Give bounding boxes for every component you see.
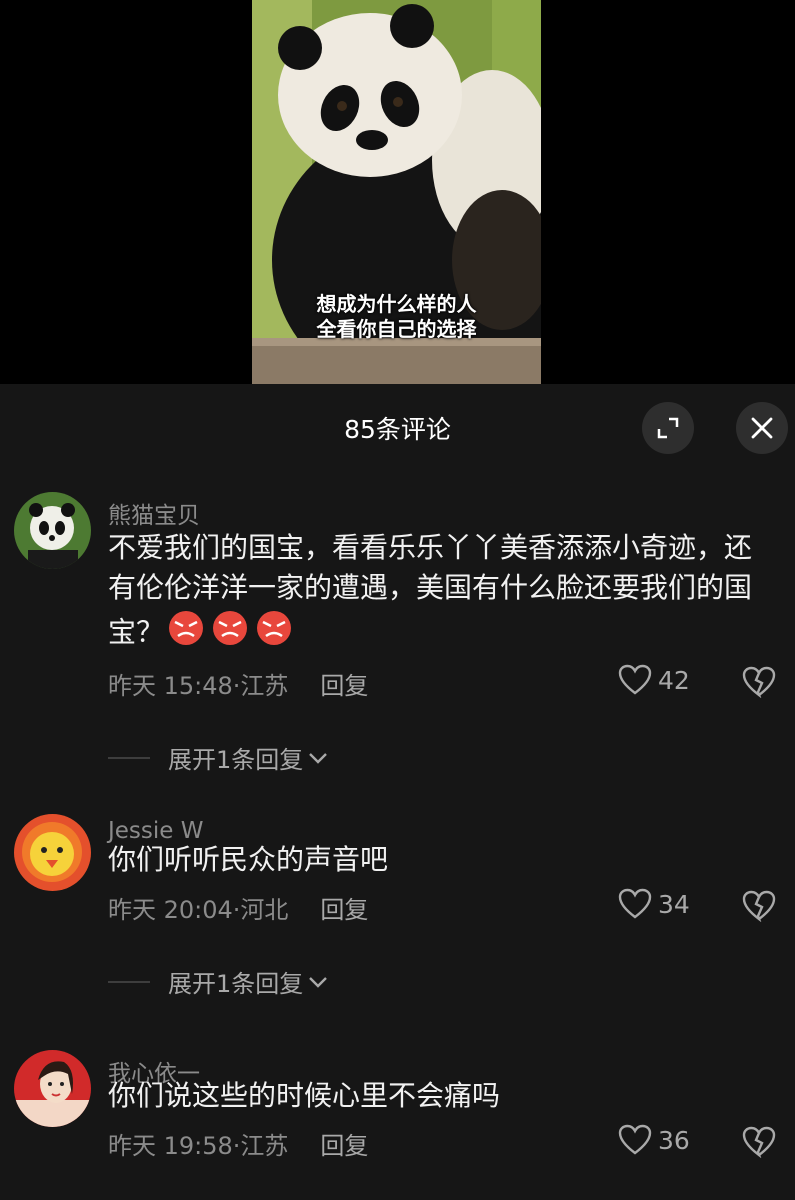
comment-time-location: 昨天 15:48·江苏: [108, 672, 289, 700]
reply-button[interactable]: 回复: [320, 1132, 368, 1160]
broken-heart-icon: [742, 1126, 776, 1159]
heart-icon: [618, 664, 652, 695]
comment-time-location: 昨天 20:04·河北: [108, 896, 289, 924]
dislike-button[interactable]: [741, 1126, 777, 1162]
close-button[interactable]: [736, 402, 788, 454]
avatar[interactable]: [14, 1050, 91, 1127]
expand-replies-label: 展开1条回复: [168, 970, 304, 998]
comment-username[interactable]: 熊猫宝贝: [108, 496, 200, 530]
comment-item: 熊猫宝贝 不爱我们的国宝，看看乐乐丫丫美香添添小奇迹，还有伦伦洋洋一家的遭遇，美…: [0, 492, 795, 782]
video-frame[interactable]: 想成为什么样的人 全看你自己的选择: [252, 0, 541, 384]
comments-header: 85条评论: [0, 384, 795, 472]
comment-meta: 昨天 19:58·江苏 回复: [108, 1126, 368, 1161]
lion-avatar-icon: [14, 814, 91, 891]
comment-item: 我心依一 你们说这些的时候心里不会痛吗 昨天 19:58·江苏 回复 36: [0, 1050, 795, 1200]
caption-line-1: 想成为什么样的人: [316, 292, 477, 316]
avatar[interactable]: [14, 492, 91, 569]
girl-avatar-icon: [14, 1050, 91, 1127]
heart-icon: [618, 888, 652, 919]
angry-face-icon: [166, 608, 298, 659]
close-icon: [751, 417, 773, 439]
like-count: 36: [658, 1125, 690, 1155]
dislike-button[interactable]: [741, 666, 777, 702]
comment-text: 你们听听民众的声音吧: [108, 840, 768, 880]
broken-heart-icon: [742, 890, 776, 923]
like-button[interactable]: 42: [618, 664, 690, 696]
comment-text-body: 你们说这些的时候心里不会痛吗: [108, 1079, 501, 1112]
video-player[interactable]: 想成为什么样的人 全看你自己的选择: [0, 0, 795, 384]
caption-line-2: 全看你自己的选择: [316, 317, 477, 341]
like-count: 34: [658, 889, 690, 919]
comment-text: 你们说这些的时候心里不会痛吗: [108, 1076, 768, 1116]
like-count: 42: [658, 665, 690, 695]
expand-button[interactable]: [642, 402, 694, 454]
divider-line: [108, 756, 150, 759]
avatar[interactable]: [14, 814, 91, 891]
reply-button[interactable]: 回复: [320, 896, 368, 924]
broken-heart-icon: [742, 666, 776, 699]
comment-item: Jessie W 你们听听民众的声音吧 昨天 20:04·河北 回复 34 展开1…: [0, 814, 795, 1024]
expand-replies-button[interactable]: 展开1条回复: [108, 964, 329, 999]
comment-text: 不爱我们的国宝，看看乐乐丫丫美香添添小奇迹，还有伦伦洋洋一家的遭遇，美国有什么脸…: [108, 528, 768, 659]
chevron-down-icon: [309, 976, 328, 988]
expand-replies-label: 展开1条回复: [168, 746, 304, 774]
chevron-down-icon: [309, 752, 328, 764]
comments-panel: 85条评论 熊猫宝贝 不爱我们的国宝，看看乐乐丫丫美香添添小奇迹，还有伦伦洋洋一…: [0, 384, 795, 1200]
expand-icon: [657, 417, 679, 439]
expand-replies-button[interactable]: 展开1条回复: [108, 740, 329, 775]
comment-meta: 昨天 20:04·河北 回复: [108, 890, 368, 925]
divider-line: [108, 980, 150, 983]
reply-button[interactable]: 回复: [320, 672, 368, 700]
comment-time-location: 昨天 19:58·江苏: [108, 1132, 289, 1160]
comment-meta: 昨天 15:48·江苏 回复: [108, 666, 368, 701]
like-button[interactable]: 36: [618, 1124, 690, 1156]
like-button[interactable]: 34: [618, 888, 690, 920]
heart-icon: [618, 1124, 652, 1155]
video-caption: 想成为什么样的人 全看你自己的选择: [252, 292, 541, 342]
dislike-button[interactable]: [741, 890, 777, 926]
panda-avatar-icon: [14, 492, 91, 569]
comment-text-body: 你们听听民众的声音吧: [108, 843, 389, 876]
